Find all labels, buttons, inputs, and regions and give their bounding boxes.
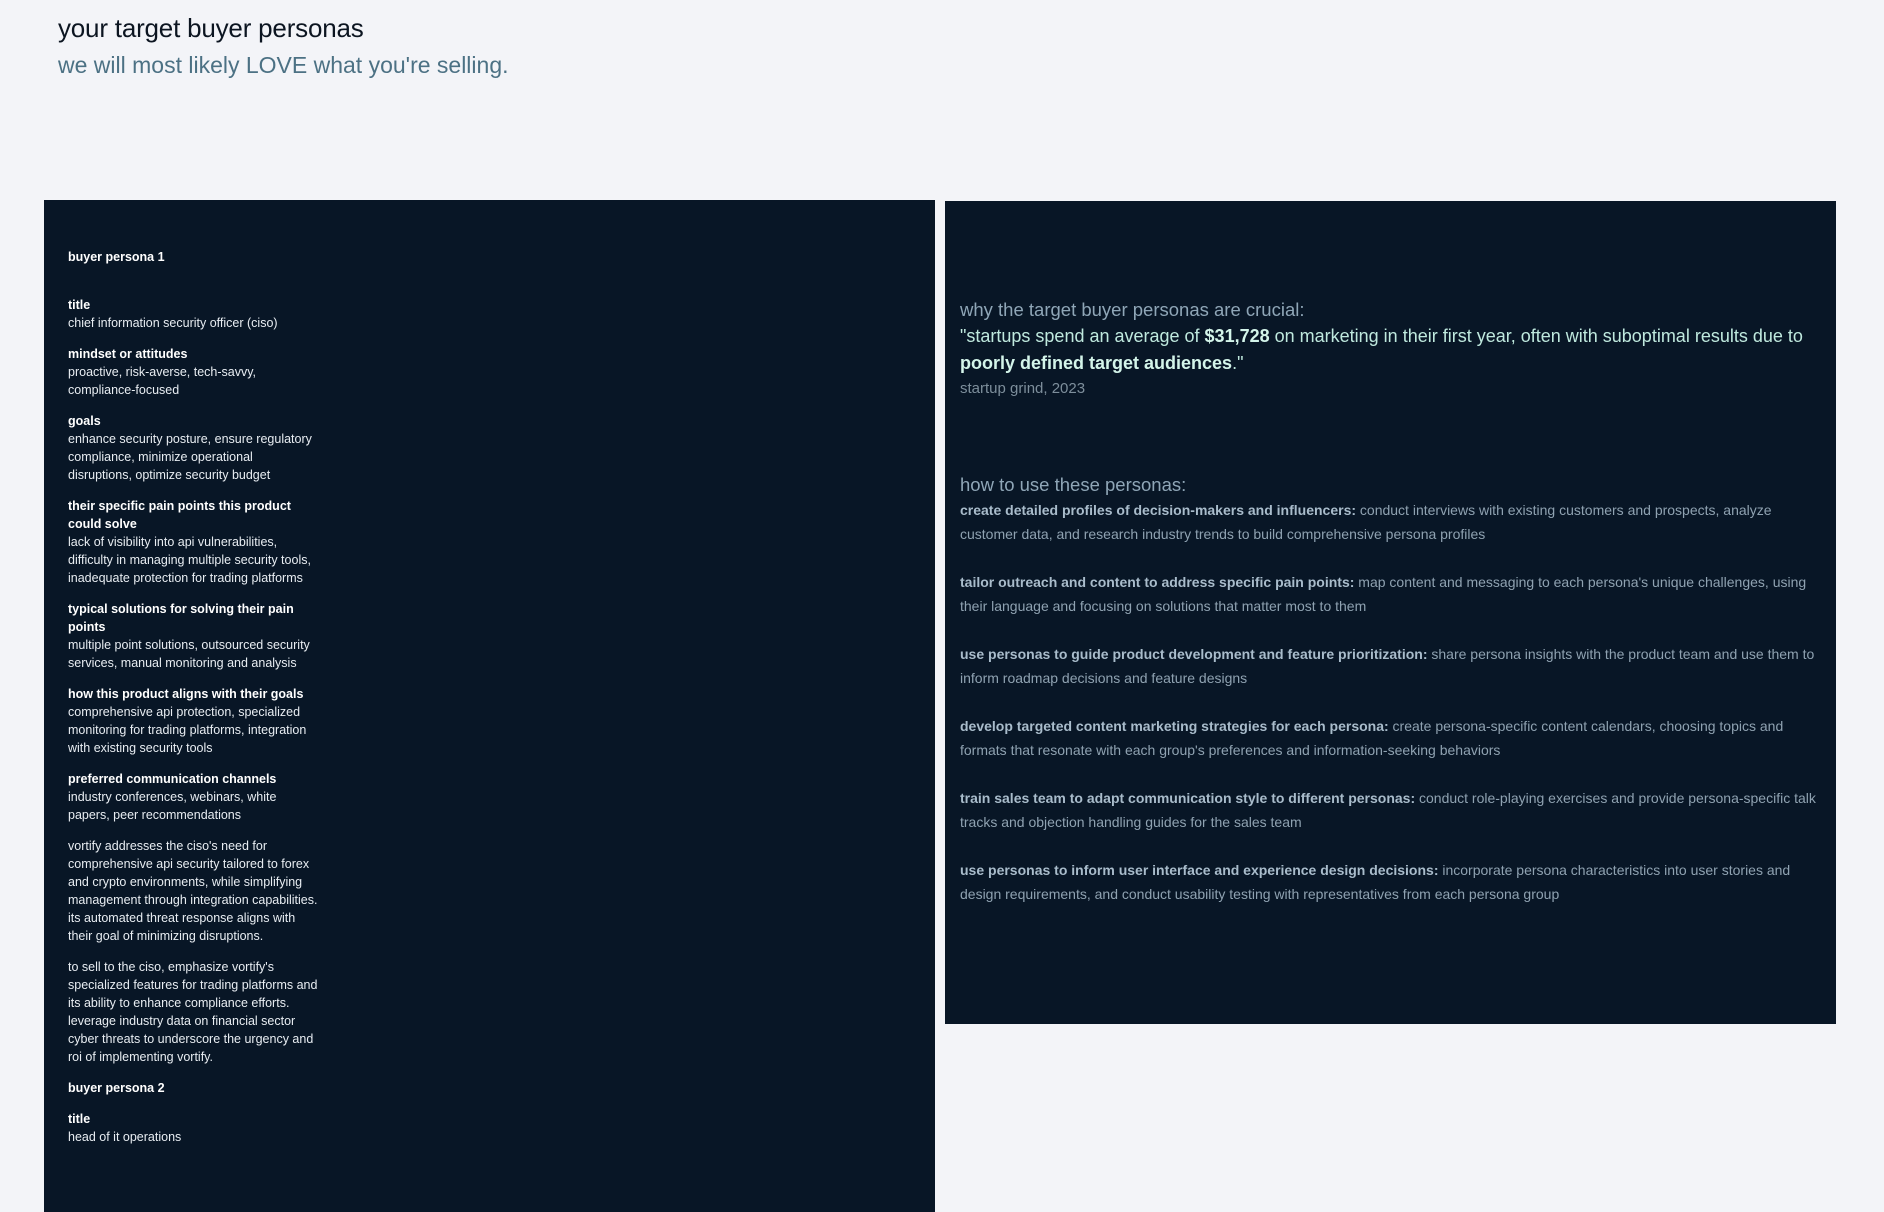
list-item-lead: develop targeted content marketing strat… bbox=[960, 718, 1389, 734]
field-value: comprehensive api protection, specialize… bbox=[68, 705, 307, 755]
field-value: chief information security officer (ciso… bbox=[68, 316, 278, 330]
list-item: develop targeted content marketing strat… bbox=[960, 714, 1826, 762]
persona-1-heading: buyer persona 1 bbox=[68, 250, 165, 264]
quote-amount: $31,728 bbox=[1204, 326, 1270, 346]
field-label: how this product aligns with their goals bbox=[68, 687, 304, 701]
list-item-lead: tailor outreach and content to address s… bbox=[960, 574, 1355, 590]
field-label: typical solutions for solving their pain… bbox=[68, 602, 294, 634]
field-value: head of it operations bbox=[68, 1130, 182, 1144]
page-subtitle: we will most likely LOVE what you're sel… bbox=[58, 52, 509, 78]
list-item-lead: use personas to guide product developmen… bbox=[960, 646, 1428, 662]
persona-1-field-alignment: how this product aligns with their goals… bbox=[68, 685, 318, 757]
field-label: goals bbox=[68, 414, 101, 428]
persona-1-field-title: title chief information security officer… bbox=[68, 296, 318, 332]
usage-list: create detailed profiles of decision-mak… bbox=[960, 498, 1826, 906]
field-value: enhance security posture, ensure regulat… bbox=[68, 432, 312, 482]
list-item: train sales team to adapt communication … bbox=[960, 786, 1826, 834]
persona-1-field-channels: preferred communication channels industr… bbox=[68, 770, 318, 824]
page-title: your target buyer personas bbox=[58, 13, 364, 43]
list-item: tailor outreach and content to address s… bbox=[960, 570, 1826, 618]
list-item: use personas to guide product developmen… bbox=[960, 642, 1826, 690]
persona-1-summary: vortify addresses the ciso's need for co… bbox=[68, 839, 318, 943]
page-header: your target buyer personas we will most … bbox=[58, 10, 1758, 82]
persona-1-field-typical-solutions: typical solutions for solving their pain… bbox=[68, 600, 318, 672]
persona-1-field-pain-points: their specific pain points this product … bbox=[68, 497, 318, 587]
field-label: mindset or attitudes bbox=[68, 347, 188, 361]
persona-1-sales-advice: to sell to the ciso, emphasize vortify's… bbox=[68, 960, 318, 1064]
field-value: industry conferences, webinars, white pa… bbox=[68, 790, 277, 822]
quote-emphasis: poorly defined target audiences bbox=[960, 353, 1233, 373]
list-item: use personas to inform user interface an… bbox=[960, 858, 1826, 906]
how-heading: how to use these personas: bbox=[960, 474, 1187, 495]
list-item-lead: train sales team to adapt communication … bbox=[960, 790, 1416, 806]
field-label: title bbox=[68, 298, 91, 312]
list-item-lead: create detailed profiles of decision-mak… bbox=[960, 502, 1357, 518]
field-label: preferred communication channels bbox=[68, 772, 277, 786]
why-heading: why the target buyer personas are crucia… bbox=[960, 299, 1305, 320]
statistic-quote: "startups spend an average of $31,728 on… bbox=[960, 323, 1826, 377]
persona-2-heading: buyer persona 2 bbox=[68, 1081, 165, 1095]
list-item: create detailed profiles of decision-mak… bbox=[960, 498, 1826, 546]
field-value: proactive, risk-averse, tech-savvy, comp… bbox=[68, 365, 257, 397]
persona-2-field-title: title head of it operations bbox=[68, 1110, 318, 1146]
quote-text: "startups spend an average of bbox=[960, 326, 1205, 346]
insights-content: why the target buyer personas are crucia… bbox=[960, 297, 1826, 930]
quote-text: ." bbox=[1232, 353, 1244, 373]
persona-column: buyer persona 1 title chief information … bbox=[68, 248, 318, 1159]
list-item-lead: use personas to inform user interface an… bbox=[960, 862, 1439, 878]
persona-1-field-goals: goals enhance security posture, ensure r… bbox=[68, 412, 318, 484]
field-label: their specific pain points this product … bbox=[68, 499, 291, 531]
quote-source: startup grind, 2023 bbox=[960, 380, 1086, 397]
quote-text: on marketing in their first year, often … bbox=[1269, 326, 1803, 346]
field-value: multiple point solutions, outsourced sec… bbox=[68, 638, 310, 670]
field-label: title bbox=[68, 1112, 91, 1126]
field-value: lack of visibility into api vulnerabilit… bbox=[68, 535, 311, 585]
insights-panel: why the target buyer personas are crucia… bbox=[945, 201, 1836, 1024]
persona-1-field-mindset: mindset or attitudes proactive, risk-ave… bbox=[68, 345, 318, 399]
personas-panel: buyer persona 1 title chief information … bbox=[44, 200, 935, 1212]
